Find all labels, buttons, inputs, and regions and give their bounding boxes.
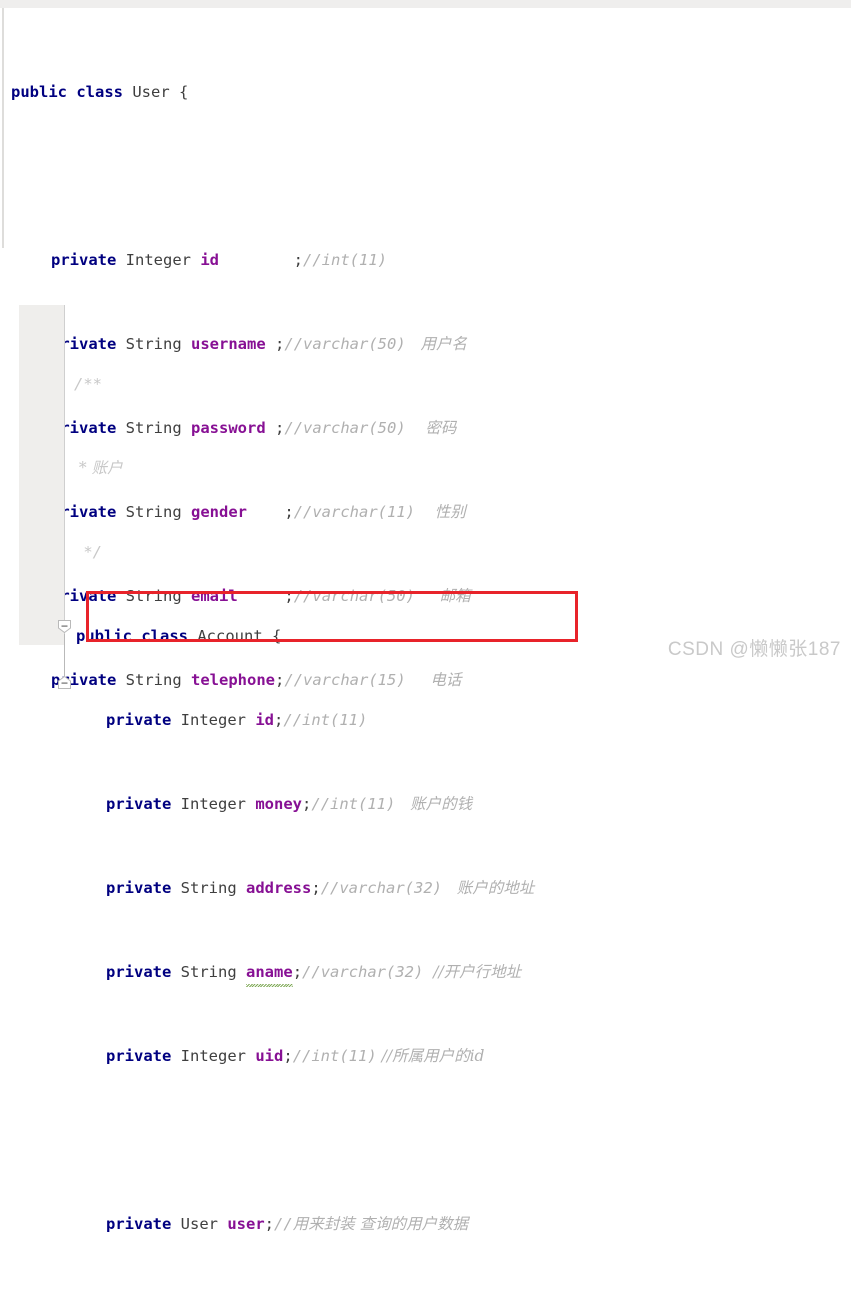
semicolon: ; [292, 963, 303, 981]
field-name-id: id [200, 251, 220, 269]
fold-region-line [64, 634, 65, 676]
class-name-user: User [132, 83, 170, 101]
line-comment-chinese: //所属用户的id [381, 1047, 485, 1065]
field-name-aname-spellcheck: aname [246, 959, 293, 987]
type-name: String [180, 879, 237, 897]
comment-cn-spacer [442, 879, 457, 897]
keyword-private: private [106, 879, 172, 897]
line-comment-chinese: 用来封装 查询的用户数据 [292, 1215, 469, 1233]
code-line-javadoc-close[interactable]: */ [74, 539, 534, 566]
code-line-account-address[interactable]: private String address;//varchar(32) 账户的… [74, 875, 534, 902]
keyword-private: private [106, 711, 172, 729]
javadoc-start: /** [74, 375, 102, 393]
code-screenshot: public class User { private Integer id ;… [0, 0, 851, 1233]
field-name-address: address [246, 879, 312, 897]
code-line-javadoc-body[interactable]: * 账户 [74, 455, 534, 482]
class-name-account: Account [197, 627, 263, 645]
code-line-class-decl[interactable]: public class User { [11, 79, 471, 106]
comment-cn-spacer [423, 963, 433, 981]
keyword-private: private [106, 1215, 172, 1233]
code-line-account-id[interactable]: private Integer id;//int(11) [74, 707, 534, 734]
code-line-javadoc-open[interactable]: /** [74, 371, 534, 398]
keyword-private: private [106, 963, 172, 981]
code-line-account-uid[interactable]: private Integer uid;//int(11) //所属用户的id [74, 1043, 534, 1070]
line-comment-chinese: 账户的钱 [410, 795, 473, 813]
line-comment-chinese: 账户的地址 [456, 879, 535, 897]
keyword-public-class: public class [11, 83, 123, 101]
type-name: Integer [125, 251, 191, 269]
gutter-separator-line [64, 305, 65, 645]
line-comment: //int(11) [283, 711, 368, 729]
alignment-padding [219, 251, 294, 269]
semicolon: ; [311, 879, 321, 897]
semicolon: ; [274, 711, 284, 729]
code-line-field-id[interactable]: private Integer id ;//int(11) [11, 247, 471, 274]
code-line-blank-2 [74, 1127, 534, 1154]
open-brace: { [169, 83, 189, 101]
account-code-lines: /** * 账户 */ public class Account { priva… [74, 314, 534, 1295]
semicolon: ; [293, 251, 304, 269]
line-comment: //varchar(32) [320, 879, 443, 897]
line-comment: //varchar(32) [302, 963, 424, 981]
code-block-account: /** * 账户 */ public class Account { priva… [0, 300, 851, 1233]
semicolon: ; [302, 795, 312, 813]
type-name-user: User [180, 1215, 218, 1233]
editor-top-band [0, 0, 851, 8]
semicolon: ; [264, 1215, 275, 1233]
keyword-private: private [51, 251, 117, 269]
field-name-uid: uid [255, 1047, 284, 1065]
type-name: String [180, 963, 237, 981]
fold-close-icon[interactable] [57, 675, 72, 690]
line-comment: //int(11) [311, 795, 396, 813]
comment-cn-spacer [395, 795, 410, 813]
field-name-user: user [227, 1215, 265, 1233]
left-gutter-rail [2, 8, 4, 248]
javadoc-text: * 账户 [74, 459, 123, 477]
code-line-class-decl-account[interactable]: public class Account { [74, 623, 534, 650]
fold-open-icon[interactable] [57, 619, 72, 634]
keyword-private: private [106, 795, 172, 813]
type-name: Integer [180, 1047, 246, 1065]
code-line-account-aname[interactable]: private String aname;//varchar(32) //开户行… [74, 959, 534, 987]
csdn-watermark: CSDN @懒懒张187 [667, 639, 841, 660]
type-name: Integer [180, 795, 246, 813]
code-line-account-money[interactable]: private Integer money;//int(11) 账户的钱 [74, 791, 534, 818]
semicolon: ; [283, 1047, 293, 1065]
keyword-public-class: public class [76, 627, 188, 645]
line-comment: //int(11) [303, 251, 388, 269]
type-name: Integer [180, 711, 246, 729]
field-name-id: id [255, 711, 275, 729]
line-comment: //int(11) [292, 1047, 377, 1065]
editor-gutter [19, 305, 64, 645]
line-comment-chinese: //开户行地址 [433, 963, 522, 981]
code-line-account-user-highlighted[interactable]: private User user;//用来封装 查询的用户数据 [74, 1211, 534, 1238]
line-comment: // [274, 1215, 293, 1233]
code-block-user: public class User { private Integer id ;… [0, 8, 851, 689]
open-brace: { [262, 627, 282, 645]
keyword-private: private [106, 1047, 172, 1065]
field-name-money: money [255, 795, 303, 813]
javadoc-end: */ [74, 543, 102, 561]
